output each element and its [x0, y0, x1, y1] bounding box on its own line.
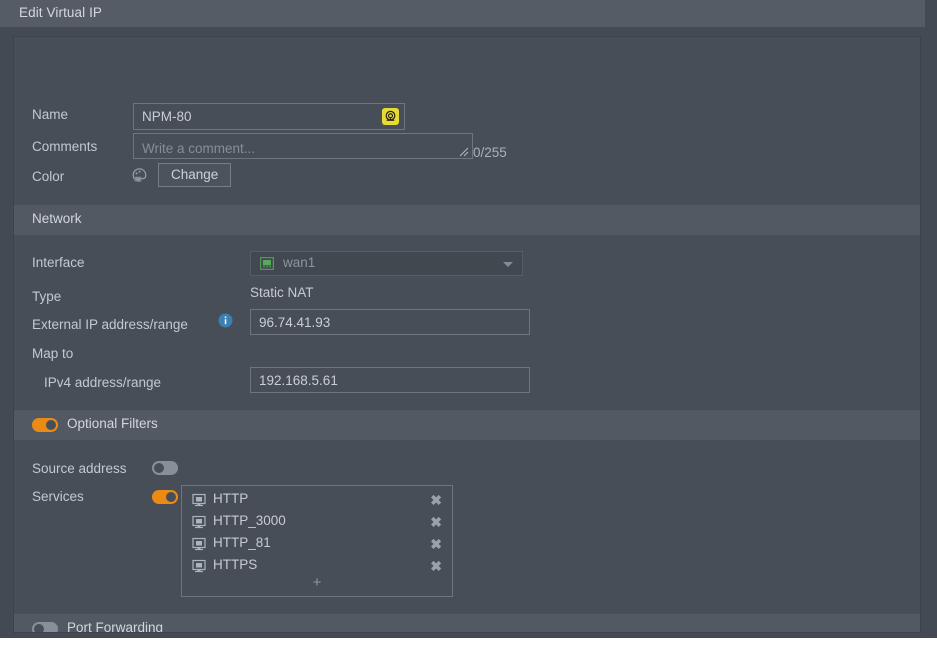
services-label: Services: [32, 489, 84, 504]
port-forwarding-section-header: Port Forwarding: [14, 614, 920, 633]
remove-service-icon[interactable]: ✖: [430, 556, 442, 576]
type-value: Static NAT: [250, 285, 314, 300]
network-section-header: Network: [14, 205, 920, 235]
external-ip-input[interactable]: [250, 309, 530, 335]
remove-service-icon[interactable]: ✖: [430, 534, 442, 554]
name-input[interactable]: [133, 103, 405, 130]
service-name: HTTP_81: [213, 535, 271, 550]
optional-filters-toggle[interactable]: [32, 418, 58, 432]
interface-select[interactable]: wan1: [250, 251, 523, 276]
source-address-toggle[interactable]: [152, 461, 178, 475]
dialog-title-bar: Edit Virtual IP: [0, 0, 925, 27]
interface-value: wan1: [283, 255, 316, 270]
remove-service-icon[interactable]: ✖: [430, 490, 442, 510]
add-service-button[interactable]: +: [182, 575, 452, 590]
port-forwarding-toggle[interactable]: [32, 622, 58, 632]
comments-label: Comments: [32, 139, 98, 154]
service-name: HTTPS: [213, 557, 258, 572]
info-icon[interactable]: [218, 313, 233, 328]
optional-filters-section-title: Optional Filters: [67, 416, 158, 431]
interface-label: Interface: [32, 255, 85, 270]
toggle-knob: [166, 492, 176, 502]
services-toggle[interactable]: [152, 490, 178, 504]
ethernet-port-icon: [260, 257, 275, 271]
referenced-object-icon: [382, 108, 399, 125]
source-address-row: Source address: [14, 457, 920, 485]
toggle-knob: [154, 463, 164, 473]
list-item[interactable]: HTTP_3000 ✖: [182, 512, 452, 534]
port-forwarding-section-title: Port Forwarding: [67, 620, 164, 633]
source-address-label: Source address: [32, 461, 127, 476]
name-field-wrapper: [133, 103, 405, 130]
color-label: Color: [32, 169, 65, 184]
type-label: Type: [32, 289, 62, 304]
list-item[interactable]: HTTP ✖: [182, 490, 452, 512]
color-row: Color: [14, 165, 920, 193]
comments-input[interactable]: [133, 133, 473, 159]
list-item[interactable]: HTTP_81 ✖: [182, 534, 452, 556]
chevron-down-icon: [503, 262, 513, 267]
map-to-row: Map to: [14, 342, 920, 370]
service-name: HTTP: [213, 491, 249, 506]
toggle-knob: [34, 624, 44, 632]
character-counter: 0/255: [473, 145, 507, 160]
network-section-title: Network: [32, 211, 82, 226]
edit-virtual-ip-dialog: Edit Virtual IP Name NPM-80 Comments Wri…: [0, 0, 937, 638]
service-icon: [192, 559, 206, 573]
remove-service-icon[interactable]: ✖: [430, 512, 442, 532]
content-panel: Name Comments: [13, 36, 921, 633]
dialog-title: Edit Virtual IP: [19, 5, 103, 20]
map-to-label: Map to: [32, 346, 74, 361]
service-icon: [192, 515, 206, 529]
service-icon: [192, 493, 206, 507]
services-row: Services: [14, 485, 920, 513]
service-name: HTTP_3000: [213, 513, 286, 528]
dialog-body: Name Comments: [0, 27, 937, 638]
service-icon: [192, 537, 206, 551]
ipv4-label: IPv4 address/range: [44, 375, 162, 390]
services-list: HTTP ✖ HTTP_3000 ✖ HTTP_81 ✖ HTTPS ✖ +: [181, 485, 453, 597]
change-color-button[interactable]: Change: [158, 163, 232, 187]
name-label: Name: [32, 107, 69, 122]
toggle-knob: [46, 420, 56, 430]
ipv4-input[interactable]: [250, 367, 530, 393]
optional-filters-section-header: Optional Filters: [14, 410, 920, 440]
external-ip-label: External IP address/range: [32, 317, 188, 332]
color-palette-icon: [131, 167, 148, 184]
